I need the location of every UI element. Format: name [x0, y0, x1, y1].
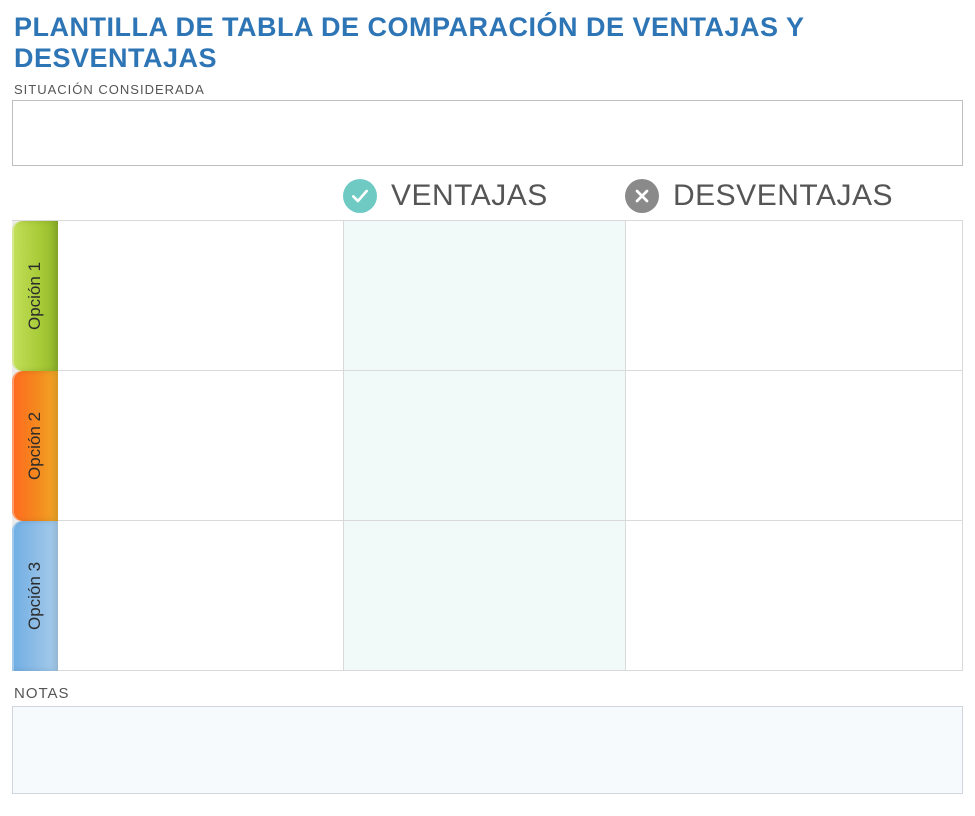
pros-header: VENTAJAS: [343, 179, 625, 213]
grid-rows: [58, 221, 963, 671]
option-cons-cell[interactable]: [625, 221, 962, 370]
option-tab-1: Opción 1: [12, 221, 58, 371]
check-icon: [343, 179, 377, 213]
situation-input[interactable]: [12, 100, 963, 166]
option-tab-3: Opción 3: [12, 521, 58, 671]
option-cons-cell[interactable]: [625, 521, 962, 670]
column-headers-row: VENTAJAS DESVENTAJAS: [12, 174, 963, 218]
cross-icon: [625, 179, 659, 213]
table-row: [58, 371, 963, 521]
option-pros-cell[interactable]: [343, 221, 625, 370]
situation-label: SITUACIÓN CONSIDERADA: [14, 82, 963, 97]
table-row: [58, 221, 963, 371]
document-page: PLANTILLA DE TABLA DE COMPARACIÓN DE VEN…: [0, 0, 975, 816]
option-pros-cell[interactable]: [343, 371, 625, 520]
option-tabs-column: Opción 1 Opción 2 Opción 3: [12, 221, 58, 671]
comparison-grid: Opción 1 Opción 2 Opción 3: [12, 220, 963, 671]
option-description-cell[interactable]: [58, 521, 343, 670]
option-description-cell[interactable]: [58, 221, 343, 370]
option-tab-label: Opción 3: [25, 562, 45, 630]
notes-label: NOTAS: [14, 685, 963, 702]
option-description-cell[interactable]: [58, 371, 343, 520]
option-tab-label: Opción 2: [25, 412, 45, 480]
option-tab-2: Opción 2: [12, 371, 58, 521]
page-title: PLANTILLA DE TABLA DE COMPARACIÓN DE VEN…: [14, 12, 963, 74]
option-cons-cell[interactable]: [625, 371, 962, 520]
cons-header-label: DESVENTAJAS: [673, 179, 893, 213]
notes-input[interactable]: [12, 706, 963, 794]
option-pros-cell[interactable]: [343, 521, 625, 670]
option-tab-label: Opción 1: [25, 262, 45, 330]
pros-header-label: VENTAJAS: [391, 179, 548, 213]
table-row: [58, 521, 963, 671]
cons-header: DESVENTAJAS: [625, 179, 963, 213]
